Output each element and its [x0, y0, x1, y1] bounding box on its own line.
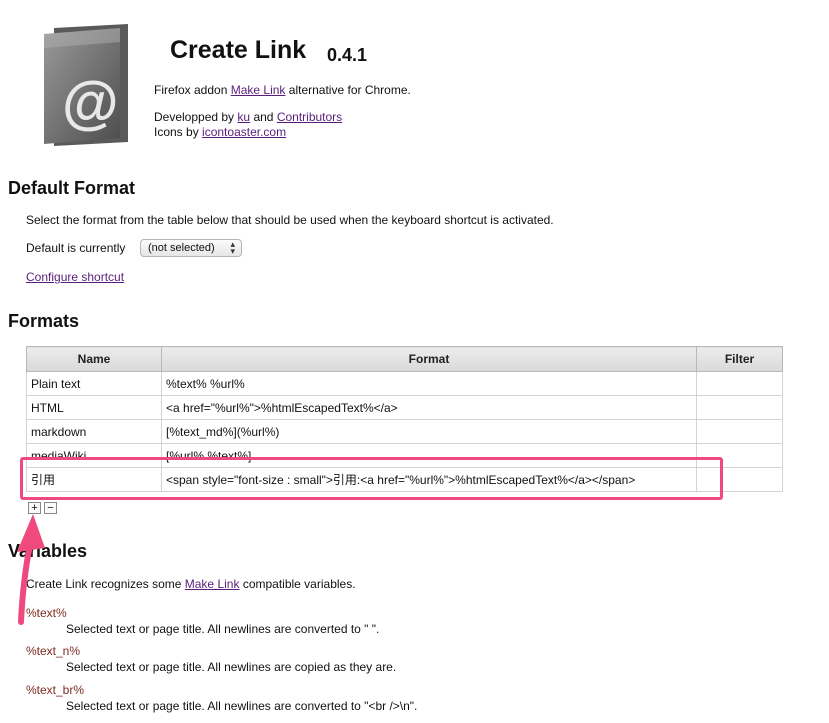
select-value: (not selected): [148, 242, 215, 254]
contributors-link[interactable]: Contributors: [277, 110, 342, 124]
icontoaster-link[interactable]: icontoaster.com: [202, 125, 286, 139]
row-format[interactable]: <a href="%url%">%htmlEscapedText%</a>: [161, 395, 697, 420]
row-filter[interactable]: [696, 419, 783, 444]
select-arrows-icon: ▴ ▾: [230, 239, 235, 256]
row-filter[interactable]: [696, 395, 783, 420]
variables-intro: Create Link recognizes some Make Link co…: [26, 577, 356, 591]
default-format-select[interactable]: (not selected) ▴ ▾: [140, 239, 242, 257]
variable-description: Selected text or page title. All newline…: [66, 622, 380, 636]
column-header-name[interactable]: Name: [26, 346, 162, 372]
formats-header-row: Name Format Filter: [26, 346, 783, 372]
make-link-link[interactable]: Make Link: [231, 83, 286, 97]
variable-name: %text%: [26, 606, 67, 620]
row-filter[interactable]: [696, 371, 783, 396]
variable-name: %text_br%: [26, 683, 85, 697]
row-name[interactable]: markdown: [26, 419, 162, 444]
formats-heading: Formats: [8, 311, 80, 331]
variable-name: %text_n%: [26, 644, 81, 658]
row-format[interactable]: [%text_md%](%url%): [161, 419, 697, 444]
default-format-description: Select the format from the table below t…: [26, 213, 554, 227]
app-title: Create Link: [170, 36, 307, 64]
ku-link[interactable]: ku: [237, 110, 250, 124]
remove-row-button[interactable]: −: [44, 502, 57, 514]
variables-heading: Variables: [8, 541, 88, 561]
svg-text:@: @: [62, 70, 119, 135]
table-row[interactable]: markdown [%text_md%](%url%): [26, 419, 783, 444]
row-format[interactable]: %text% %url%: [161, 371, 697, 396]
default-current-label: Default is currently: [26, 241, 126, 255]
column-header-filter[interactable]: Filter: [696, 346, 783, 372]
row-name[interactable]: Plain text: [26, 371, 162, 396]
table-row[interactable]: HTML <a href="%url%">%htmlEscapedText%</…: [26, 395, 783, 420]
header-description: Firefox addon Make Link alternative for …: [154, 83, 411, 97]
highlight-annotation-box: [20, 457, 723, 500]
default-format-heading: Default Format: [8, 178, 136, 198]
configure-shortcut-link[interactable]: Configure shortcut: [26, 270, 124, 284]
row-name[interactable]: HTML: [26, 395, 162, 420]
app-logo-icon: @: [44, 24, 128, 146]
variables-make-link-link[interactable]: Make Link: [185, 577, 240, 591]
variable-description: Selected text or page title. All newline…: [66, 699, 418, 713]
table-row[interactable]: Plain text %text% %url%: [26, 371, 783, 396]
app-version: 0.4.1: [327, 45, 368, 65]
add-row-button[interactable]: +: [28, 502, 41, 514]
column-header-format[interactable]: Format: [161, 346, 697, 372]
developer-line: Developped by ku and Contributors: [154, 110, 343, 124]
variable-description: Selected text or page title. All newline…: [66, 660, 397, 674]
icons-credit-line: Icons by icontoaster.com: [154, 125, 287, 139]
